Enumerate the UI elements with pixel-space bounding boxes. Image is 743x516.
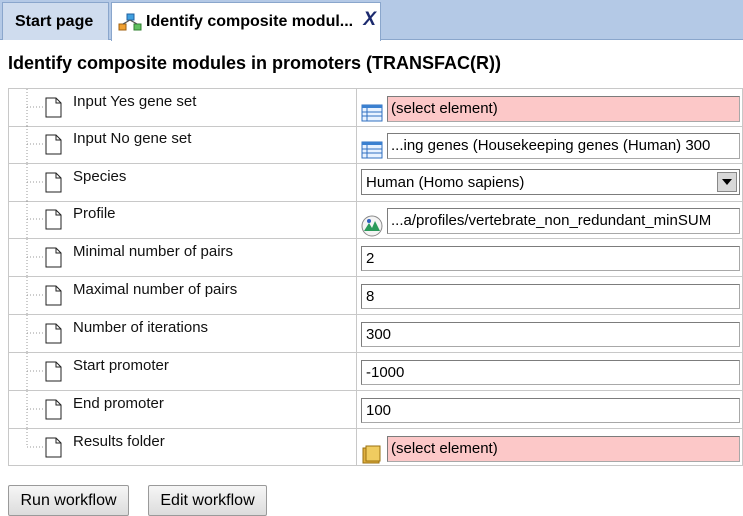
param-label: Number of iterations — [73, 319, 209, 336]
tree-connector — [26, 239, 43, 276]
param-text-input[interactable]: 8 — [361, 284, 740, 309]
tab-active-label: Identify composite modul... — [146, 13, 354, 30]
param-label: Start promoter — [73, 357, 169, 374]
param-label: Input No gene set — [73, 130, 192, 147]
param-value-cell: Human (Homo sapiens) — [358, 164, 742, 201]
param-row: Species Human (Homo sapiens) — [9, 164, 743, 202]
profile-icon — [361, 215, 383, 237]
tab-start-page[interactable]: Start page — [2, 2, 109, 40]
param-row: Start promoter -1000 — [9, 353, 743, 391]
document-icon — [45, 361, 62, 382]
param-row: Results folder (select element) — [9, 429, 743, 467]
document-icon — [45, 323, 62, 344]
tree-connector — [26, 353, 43, 390]
close-tab-icon[interactable]: X — [363, 9, 376, 31]
workflow-icon — [118, 13, 142, 31]
param-name-cell: Input Yes gene set — [9, 89, 357, 126]
param-label: Profile — [73, 205, 116, 222]
param-row: End promoter 100 — [9, 391, 743, 429]
param-row: Minimal number of pairs 2 — [9, 239, 743, 277]
tree-connector — [26, 89, 43, 126]
edit-workflow-button[interactable]: Edit workflow — [148, 485, 267, 516]
param-name-cell: Species — [9, 164, 357, 201]
species-select-value: Human (Homo sapiens) — [366, 174, 525, 191]
param-label: End promoter — [73, 395, 164, 412]
param-row: Profile ...a/profiles/vertebrate_non_redu… — [9, 201, 743, 239]
tree-connector — [26, 391, 43, 428]
page-title: Identify composite modules in promoters … — [8, 53, 502, 73]
tab-identify-composite-modules[interactable]: Identify composite modul... X — [111, 2, 381, 41]
param-value-cell: 100 — [358, 391, 742, 428]
param-value-cell: (select element) — [358, 89, 742, 126]
document-icon — [45, 437, 62, 458]
table-icon — [361, 103, 383, 123]
param-text-input[interactable]: -1000 — [361, 360, 740, 385]
param-name-cell: Minimal number of pairs — [9, 239, 357, 276]
element-selector-field[interactable]: ...ing genes (Housekeeping genes (Human)… — [387, 133, 740, 159]
document-icon — [45, 209, 62, 230]
param-name-cell: Maximal number of pairs — [9, 277, 357, 314]
tree-connector — [26, 201, 43, 238]
param-name-cell: Input No gene set — [9, 126, 357, 163]
param-value-cell: (select element) — [358, 429, 742, 466]
chevron-down-icon[interactable] — [717, 172, 737, 192]
param-name-cell: Start promoter — [9, 353, 357, 390]
param-name-cell: Results folder — [9, 429, 357, 466]
element-selector-field[interactable]: (select element) — [387, 436, 740, 462]
param-value-cell: 2 — [358, 239, 742, 276]
param-value-cell: 300 — [358, 315, 742, 352]
element-selector-field[interactable]: ...a/profiles/vertebrate_non_redundant_m… — [387, 208, 740, 234]
tab-start-page-label: Start page — [15, 12, 94, 30]
param-row: Maximal number of pairs 8 — [9, 277, 743, 315]
tree-connector — [26, 429, 43, 448]
document-icon — [45, 399, 62, 420]
param-text-input[interactable]: 100 — [361, 398, 740, 423]
table-icon — [361, 140, 383, 160]
param-label: Input Yes gene set — [73, 93, 197, 110]
param-name-cell: Number of iterations — [9, 315, 357, 352]
document-icon — [45, 172, 62, 193]
document-icon — [45, 134, 62, 155]
tree-connector — [26, 315, 43, 352]
param-row: Number of iterations 300 — [9, 315, 743, 353]
run-workflow-button[interactable]: Run workflow — [8, 485, 129, 516]
param-value-cell: ...a/profiles/vertebrate_non_redundant_m… — [358, 201, 742, 238]
species-select[interactable]: Human (Homo sapiens) — [361, 169, 740, 195]
parameters-table: Input Yes gene set (select element) Input … — [8, 88, 743, 466]
param-value-cell: -1000 — [358, 353, 742, 390]
tree-connector — [26, 126, 43, 163]
tree-connector — [26, 164, 43, 201]
document-icon — [45, 285, 62, 306]
param-text-input[interactable]: 2 — [361, 246, 740, 271]
param-value-cell: 8 — [358, 277, 742, 314]
param-name-cell: End promoter — [9, 391, 357, 428]
document-icon — [45, 97, 62, 118]
tree-connector — [26, 277, 43, 314]
folder-icon — [361, 443, 383, 464]
document-icon — [45, 247, 62, 268]
param-row: Input No gene set ...ing genes (Housekeep… — [9, 126, 743, 164]
param-text-input[interactable]: 300 — [361, 322, 740, 347]
param-label: Maximal number of pairs — [73, 281, 238, 298]
param-label: Results folder — [73, 433, 165, 450]
param-label: Minimal number of pairs — [73, 243, 234, 260]
param-name-cell: Profile — [9, 201, 357, 238]
param-label: Species — [73, 168, 127, 185]
tab-bar: Start page Identify composite modul... X — [0, 0, 743, 41]
element-selector-field[interactable]: (select element) — [387, 96, 740, 122]
param-row: Input Yes gene set (select element) — [9, 89, 743, 127]
param-value-cell: ...ing genes (Housekeeping genes (Human)… — [358, 126, 742, 163]
